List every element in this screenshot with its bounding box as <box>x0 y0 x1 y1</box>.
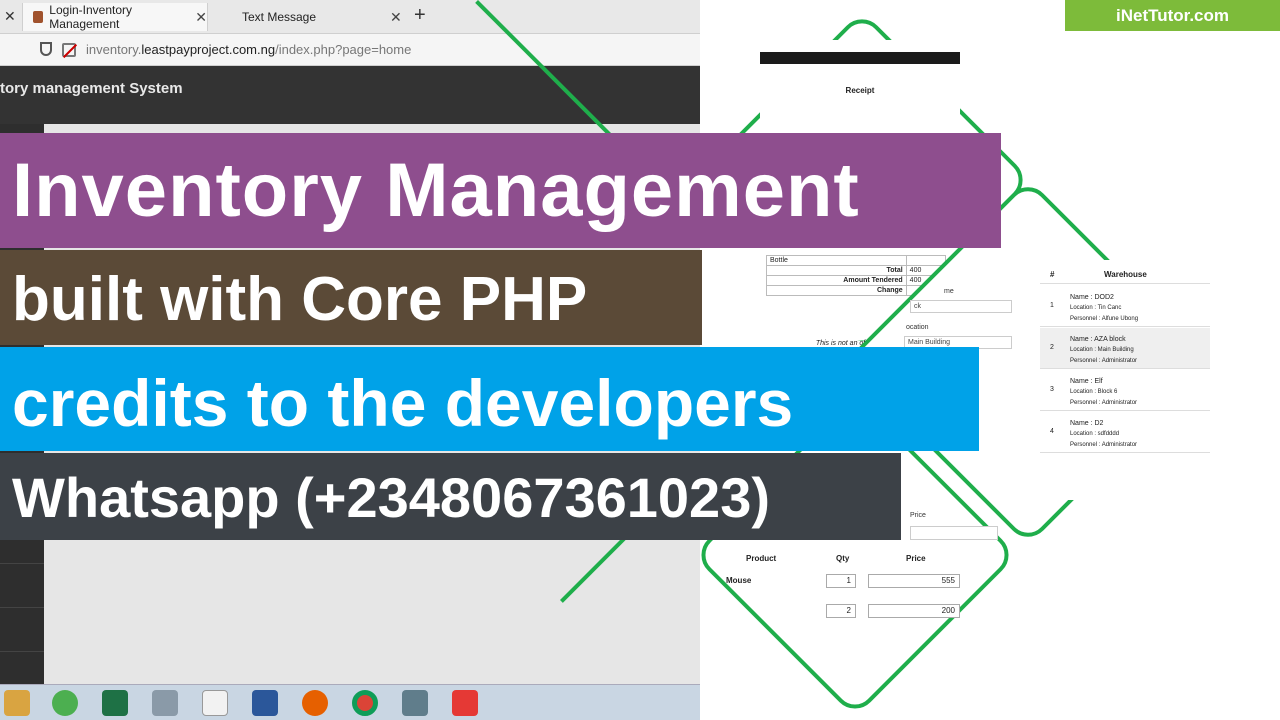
row-location: Location : Tin Canc <box>1070 305 1122 311</box>
download-icon[interactable] <box>452 690 478 716</box>
row-personnel: Personnel : Alfune Ubong <box>1070 316 1139 322</box>
price-input[interactable]: 200 <box>868 604 960 618</box>
row-num: 1 <box>1050 302 1054 309</box>
row-name: Name : Elf <box>1070 378 1103 385</box>
price-label: Price <box>910 512 926 519</box>
brand-badge: iNetTutor.com <box>1065 0 1280 31</box>
title-banner-1: Inventory Management <box>0 133 1001 248</box>
col-num-header: # <box>1050 270 1055 279</box>
url-subdomain: inventory. <box>86 42 142 57</box>
camera-icon[interactable] <box>152 690 178 716</box>
row-location: Location : sdfdddd <box>1070 431 1120 437</box>
calculator-icon[interactable] <box>402 690 428 716</box>
col-warehouse-header: Warehouse <box>1104 270 1147 279</box>
favicon-icon <box>33 11 44 23</box>
title-banner-3: credits to the developers <box>0 347 979 451</box>
table-row[interactable]: 3 Name : Elf Location : Block 6 Personne… <box>1040 370 1210 411</box>
receipt-title: Receipt <box>845 86 875 95</box>
row-num: 4 <box>1050 428 1054 435</box>
warehouse-name-label: me <box>944 288 954 295</box>
warehouse-table: # Warehouse 1 Name : DOD2 Location : Tin… <box>1040 260 1210 500</box>
row-name: Name : D2 <box>1070 420 1104 427</box>
excel-icon[interactable] <box>102 690 128 716</box>
url-domain: leastpayproject.com.ng <box>141 42 276 57</box>
col-price-header: Price <box>906 554 926 563</box>
address-bar[interactable]: inventory.leastpayproject.com.ng/index.p… <box>0 34 700 66</box>
title-banner-2: built with Core PHP <box>0 250 702 345</box>
receipt-label: Change <box>766 285 907 296</box>
edge-icon[interactable] <box>52 690 78 716</box>
qty-input[interactable]: 1 <box>826 574 856 588</box>
sidebar-item[interactable] <box>0 564 44 608</box>
app-header: tory management System <box>0 66 700 124</box>
receipt-label: Total <box>766 265 907 276</box>
close-icon[interactable]: ✕ <box>4 8 16 25</box>
row-location: Location : Block 6 <box>1070 389 1118 395</box>
warehouse-location-label: ocation <box>906 324 929 331</box>
url-text[interactable]: inventory.leastpayproject.com.ng/index.p… <box>86 42 411 57</box>
receipt-header-bar <box>760 52 960 64</box>
warehouse-table-header: # Warehouse <box>1040 260 1210 284</box>
row-num: 3 <box>1050 386 1054 393</box>
tab-close-icon[interactable]: ✕ <box>390 9 402 26</box>
table-row[interactable]: 1 Name : DOD2 Location : Tin Canc Person… <box>1040 286 1210 327</box>
price-input[interactable]: 555 <box>868 574 960 588</box>
row-personnel: Personnel : Administrator <box>1070 442 1138 448</box>
row-location: Location : Main Building <box>1070 347 1134 353</box>
new-tab-button[interactable]: + <box>414 4 426 27</box>
tab-bar: ✕ Login-Inventory Management ✕ Text Mess… <box>0 0 700 34</box>
title-banner-4: Whatsapp (+2348067361023) <box>0 453 901 540</box>
tab-label: Text Message <box>242 10 317 24</box>
tab-login-inventory[interactable]: Login-Inventory Management ✕ <box>22 3 208 31</box>
url-path: /index.php?page=home <box>275 42 412 57</box>
warehouse-name-input[interactable]: ck <box>910 300 1012 313</box>
banner-text-1: Inventory Management <box>12 148 860 233</box>
row-num: 2 <box>1050 344 1054 351</box>
tab-text-message[interactable]: Text Message ✕ <box>214 3 404 31</box>
banner-text-4: Whatsapp (+2348067361023) <box>12 466 770 529</box>
banner-text-3: credits to the developers <box>12 366 794 440</box>
receipt-label: Amount Tendered <box>766 275 907 286</box>
tab-label: Login-Inventory Management <box>49 3 133 31</box>
app-title: tory management System <box>0 80 183 97</box>
firefox-icon[interactable] <box>302 690 328 716</box>
shield-icon[interactable] <box>40 42 52 56</box>
row-name: Name : AZA block <box>1070 336 1126 343</box>
col-product-header: Product <box>746 554 777 563</box>
receipt-item: Bottle <box>766 255 907 266</box>
notepad-icon[interactable] <box>202 690 228 716</box>
sidebar-item[interactable] <box>0 608 44 652</box>
price-input[interactable] <box>910 526 998 540</box>
row-personnel: Personnel : Administrator <box>1070 400 1138 406</box>
row-personnel: Personnel : Administrator <box>1070 358 1138 364</box>
insecure-lock-icon[interactable] <box>62 43 76 57</box>
table-row[interactable]: 2 Name : AZA block Location : Main Build… <box>1040 328 1210 369</box>
banner-text-2: built with Core PHP <box>12 265 588 334</box>
chrome-icon[interactable] <box>352 690 378 716</box>
qty-input[interactable]: 2 <box>826 604 856 618</box>
word-icon[interactable] <box>252 690 278 716</box>
table-row[interactable]: 4 Name : D2 Location : sdfdddd Personnel… <box>1040 412 1210 453</box>
col-qty-header: Qty <box>836 554 850 563</box>
explorer-icon[interactable] <box>4 690 30 716</box>
row-product: Mouse <box>726 576 752 585</box>
row-name: Name : DOD2 <box>1070 294 1114 301</box>
product-table: Product Qty Price Mouse 1 555 2 200 <box>716 548 1006 668</box>
taskbar <box>0 684 700 720</box>
tab-close-icon[interactable]: ✕ <box>195 9 207 26</box>
receipt-cell <box>905 255 947 266</box>
